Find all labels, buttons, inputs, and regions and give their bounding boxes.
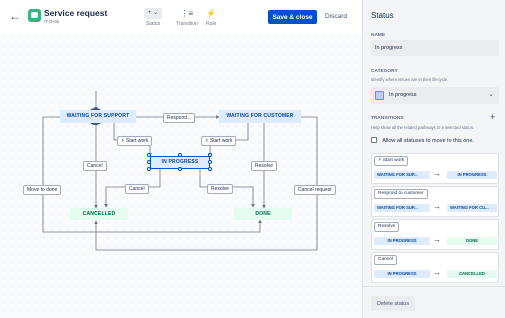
arrow-right-icon: →	[433, 268, 441, 277]
transition-name: Resolve	[374, 222, 400, 232]
plus-chevron-icon: + ⌄	[144, 8, 162, 19]
to-status-lozenge: DONE	[447, 237, 497, 245]
resize-handle[interactable]	[208, 153, 212, 157]
category-help: Identify where issues are in their lifec…	[371, 77, 449, 82]
transition-label-cancel[interactable]: Cancel	[83, 161, 107, 171]
from-status-lozenge: IN PROGRESS	[374, 237, 430, 245]
transition-label-cancel-request[interactable]: Cancel request	[294, 185, 336, 195]
save-close-button[interactable]: Save & close	[268, 10, 317, 24]
transition-name: Cancel	[374, 255, 397, 265]
arrow-left-icon[interactable]: ←	[9, 10, 21, 22]
category-label: CATEGORY	[371, 69, 398, 74]
resize-handle[interactable]	[208, 160, 212, 164]
name-label: NAME	[371, 33, 386, 38]
transition-label-respond[interactable]: Respond...	[163, 113, 196, 123]
transition-card[interactable]: Respond to customer WAITING FOR SUP... →…	[371, 186, 499, 217]
to-status-lozenge: WAITING FOR CU...	[447, 204, 497, 212]
allow-all-checkbox[interactable]	[371, 137, 377, 143]
lightning-icon: ⚡︎	[205, 138, 209, 144]
transition-name: Respond to customer	[374, 189, 428, 199]
status-name-input[interactable]: In progress	[371, 40, 499, 56]
workflow-canvas[interactable]: START WAITING FOR SUPPORT WAITING FOR CU…	[0, 34, 362, 318]
arrow-right-icon: →	[433, 202, 441, 211]
transition-label-move-to-done[interactable]: Move to done	[23, 185, 62, 195]
top-bar: ← Service request IT Desk + ⌄ Status ⋮≡ …	[0, 0, 362, 34]
lightning-icon: ⚡︎	[378, 158, 382, 163]
transition-label-start-work[interactable]: ⚡︎ Start work	[117, 136, 153, 146]
transition-label-cancel[interactable]: Cancel	[125, 184, 149, 194]
project-name: IT Desk	[44, 19, 60, 24]
workflow-title: Service request	[44, 8, 108, 18]
category-color-swatch	[375, 91, 384, 100]
resize-handle[interactable]	[178, 153, 182, 157]
resize-handle[interactable]	[147, 160, 151, 164]
status-details-panel: Status NAME In progress CATEGORY Identif…	[362, 0, 505, 318]
lightning-icon: ⚡	[206, 9, 217, 18]
panel-title: Status	[371, 11, 394, 20]
transitions-label: TRANSITIONS	[371, 116, 404, 121]
category-select[interactable]: In progress ⌄	[371, 87, 499, 104]
status-waiting-for-customer[interactable]: WAITING FOR CUSTOMER	[219, 110, 301, 123]
resize-handle[interactable]	[208, 167, 212, 171]
transitions-help: Help show all the related pathways to a …	[371, 125, 475, 130]
resize-handle[interactable]	[178, 167, 182, 171]
transition-label-resolve[interactable]: Resolve	[251, 161, 278, 171]
status-cancelled[interactable]: CANCELLED	[70, 208, 128, 220]
arrow-right-icon: →	[433, 169, 441, 178]
resize-handle[interactable]	[147, 153, 151, 157]
add-rule-button[interactable]: ⚡ Rule	[206, 8, 216, 27]
status-waiting-for-support[interactable]: WAITING FOR SUPPORT	[60, 110, 136, 123]
transition-label-start-work[interactable]: ⚡︎ Start work	[201, 136, 237, 146]
transition-name: ⚡︎ Start work	[374, 156, 409, 166]
from-status-lozenge: IN PROGRESS	[374, 270, 430, 278]
resize-handle[interactable]	[147, 167, 151, 171]
to-status-lozenge: CANCELLED	[447, 270, 497, 278]
lightning-icon: ⚡︎	[121, 138, 125, 144]
to-status-lozenge: IN PROGRESS	[447, 171, 497, 179]
discard-button[interactable]: Discard	[325, 13, 347, 20]
transition-label-resolve[interactable]: Resolve	[207, 184, 234, 194]
delete-status-button[interactable]: Delete status	[371, 296, 416, 311]
add-status-button[interactable]: + ⌄ Status	[144, 8, 162, 27]
arrow-right-icon: →	[433, 235, 441, 244]
status-done[interactable]: DONE	[234, 208, 292, 220]
transition-lines	[42, 91, 318, 251]
chevron-down-icon: ⌄	[488, 91, 494, 98]
transition-icon: ⋮≡	[180, 9, 194, 18]
chat-bubble-icon	[28, 9, 41, 22]
from-status-lozenge: WAITING FOR SUP...	[374, 204, 430, 212]
transition-card[interactable]: Resolve IN PROGRESS → DONE	[371, 219, 499, 250]
panel-footer: Delete status	[363, 286, 505, 318]
transition-card[interactable]: Cancel IN PROGRESS → CANCELLED	[371, 252, 499, 283]
transition-card[interactable]: ⚡︎ Start work WAITING FOR SUP... → IN PR…	[371, 153, 499, 184]
allow-all-statuses-option[interactable]: Allow all statuses to move to this one.	[371, 137, 474, 144]
add-transition-button[interactable]: ⋮≡ Transition	[176, 8, 198, 27]
from-status-lozenge: WAITING FOR SUP...	[374, 171, 430, 179]
add-transition-plus-icon[interactable]: +	[490, 113, 495, 122]
